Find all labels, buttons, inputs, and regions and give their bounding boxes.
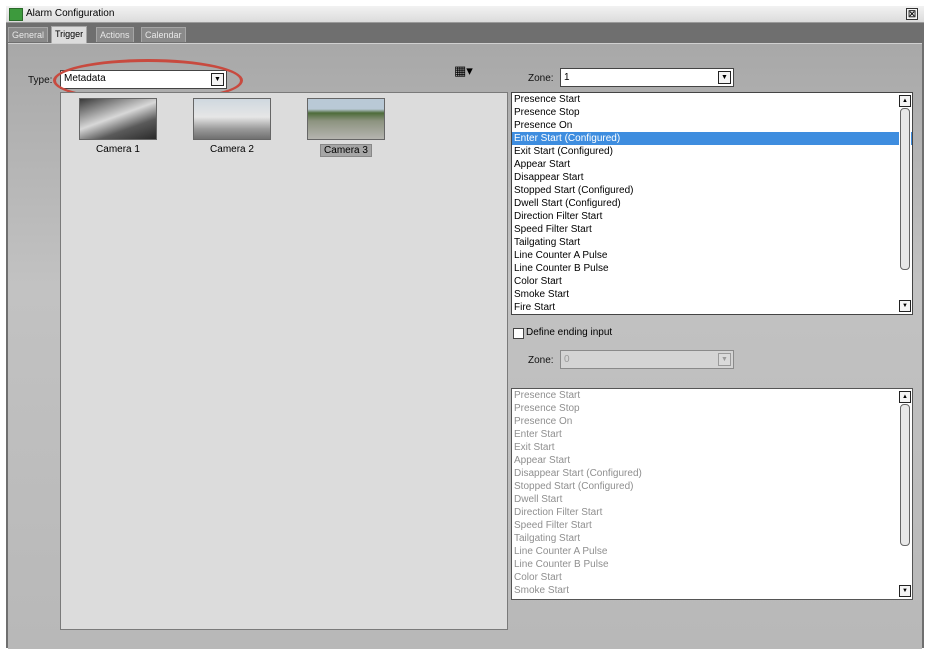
scroll-down-icon[interactable]: ▼ xyxy=(899,585,911,597)
tab-general[interactable]: General xyxy=(8,27,49,42)
list-item[interactable]: Presence Start xyxy=(512,389,912,402)
define-ending-label: Define ending input xyxy=(526,327,613,338)
list-item[interactable]: Direction Filter Start xyxy=(512,210,912,223)
list-item[interactable]: Tailgating Start xyxy=(512,532,912,545)
layout-grid-icon[interactable]: ▦▾ xyxy=(454,64,478,78)
app-icon xyxy=(9,8,23,21)
scrollbar[interactable]: ▲ ▼ xyxy=(899,390,911,598)
list-item[interactable]: Presence Stop xyxy=(512,106,912,119)
list-item[interactable]: Direction Filter Start xyxy=(512,506,912,519)
camera-thumbnail xyxy=(307,98,385,140)
list-item[interactable]: Line Counter A Pulse xyxy=(512,545,912,558)
tab-trigger[interactable]: Trigger xyxy=(51,26,88,43)
camera-label: Camera 1 xyxy=(96,144,140,155)
list-item[interactable]: Appear Start xyxy=(512,454,912,467)
zone-value: 1 xyxy=(564,72,570,83)
scrollbar[interactable]: ▲ ▼ xyxy=(899,94,911,313)
title-bar: Alarm Configuration ☒ xyxy=(6,6,924,23)
list-item[interactable]: Exit Start (Configured) xyxy=(512,145,912,158)
list-item[interactable]: Presence Stop xyxy=(512,402,912,415)
camera-thumbnail xyxy=(79,98,157,140)
list-item[interactable]: Enter Start (Configured) xyxy=(512,132,912,145)
chevron-down-icon[interactable]: ▼ xyxy=(718,353,731,366)
close-icon[interactable]: ☒ xyxy=(906,8,918,20)
list-item[interactable]: Color Start xyxy=(512,275,912,288)
list-item[interactable]: Fire Start xyxy=(512,301,912,314)
camera-label: Camera 3 xyxy=(320,144,372,157)
alarm-configuration-window: Alarm Configuration ☒ General Trigger Ac… xyxy=(6,6,924,649)
list-item[interactable]: Exit Start xyxy=(512,441,912,454)
camera-tile-selected[interactable]: Camera 3 xyxy=(301,98,391,157)
tab-calendar[interactable]: Calendar xyxy=(141,27,186,42)
scroll-thumb[interactable] xyxy=(900,108,910,270)
list-item[interactable]: Line Counter A Pulse xyxy=(512,249,912,262)
camera-list: Camera 1 Camera 2 Camera 3 xyxy=(60,92,508,630)
list-item[interactable]: Presence Start xyxy=(512,93,912,106)
scroll-down-icon[interactable]: ▼ xyxy=(899,300,911,312)
list-item[interactable]: Appear Start xyxy=(512,158,912,171)
camera-label: Camera 2 xyxy=(210,144,254,155)
list-item[interactable]: Line Counter B Pulse xyxy=(512,558,912,571)
list-item[interactable]: Speed Filter Start xyxy=(512,223,912,236)
list-item[interactable]: Stopped Start (Configured) xyxy=(512,184,912,197)
type-label: Type: xyxy=(28,75,53,86)
list-item[interactable]: Stopped Start (Configured) xyxy=(512,480,912,493)
list-item[interactable]: Dwell Start (Configured) xyxy=(512,197,912,210)
camera-thumbnail xyxy=(193,98,271,140)
tab-actions[interactable]: Actions xyxy=(96,27,134,42)
chevron-down-icon[interactable]: ▼ xyxy=(718,71,731,84)
list-item[interactable]: Disappear Start xyxy=(512,171,912,184)
list-item[interactable]: Disappear Start (Configured) xyxy=(512,467,912,480)
list-item[interactable]: Line Counter B Pulse xyxy=(512,262,912,275)
start-event-items: Presence Start Presence Stop Presence On En… xyxy=(512,93,912,314)
list-item[interactable]: Smoke Start xyxy=(512,584,912,597)
camera-tile[interactable]: Camera 1 xyxy=(73,98,163,155)
zone-select[interactable]: 1 ▼ xyxy=(560,68,734,87)
ending-zone-value: 0 xyxy=(564,354,570,365)
end-event-items: Presence Start Presence Stop Presence On En… xyxy=(512,389,912,597)
scroll-up-icon[interactable]: ▲ xyxy=(899,391,911,403)
list-item[interactable]: Tailgating Start xyxy=(512,236,912,249)
zone-label: Zone: xyxy=(528,73,554,84)
list-item[interactable]: Presence On xyxy=(512,415,912,428)
list-item[interactable]: Smoke Start xyxy=(512,288,912,301)
ending-zone-label: Zone: xyxy=(528,355,554,366)
scroll-thumb[interactable] xyxy=(900,404,910,546)
scroll-up-icon[interactable]: ▲ xyxy=(899,95,911,107)
list-item[interactable]: Presence On xyxy=(512,119,912,132)
list-item[interactable]: Speed Filter Start xyxy=(512,519,912,532)
list-item[interactable]: Enter Start xyxy=(512,428,912,441)
define-ending-checkbox[interactable] xyxy=(513,328,524,339)
ending-zone-select[interactable]: 0 ▼ xyxy=(560,350,734,369)
list-item[interactable]: Color Start xyxy=(512,571,912,584)
window-title: Alarm Configuration xyxy=(26,8,115,19)
start-event-list[interactable]: Presence Start Presence Stop Presence On En… xyxy=(511,92,913,315)
camera-tile[interactable]: Camera 2 xyxy=(187,98,277,155)
trigger-panel: Type: Metadata ▼ ▦▾ Camera 1 Camera 2 Ca… xyxy=(8,43,922,649)
list-item[interactable]: Dwell Start xyxy=(512,493,912,506)
end-event-list[interactable]: Presence Start Presence Stop Presence On En… xyxy=(511,388,913,600)
